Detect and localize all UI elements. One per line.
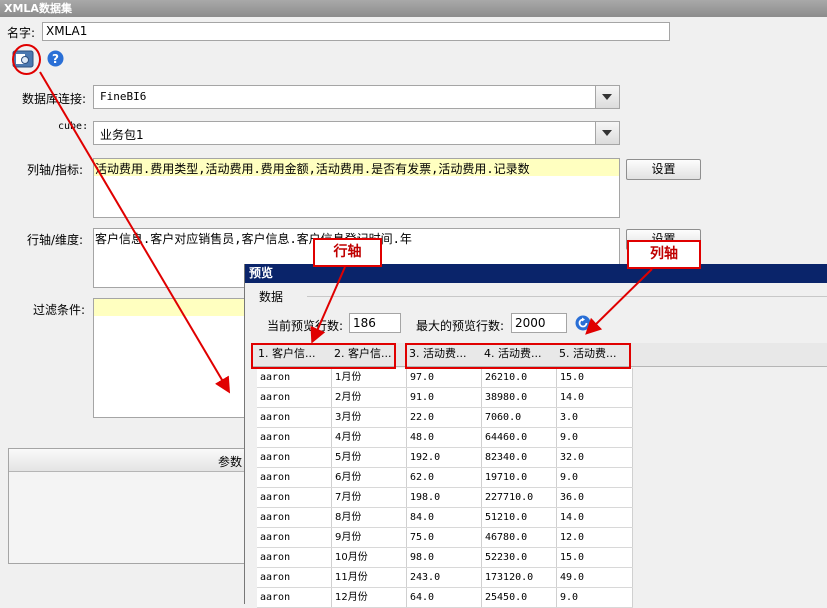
annotation-arrows	[39, 71, 653, 394]
